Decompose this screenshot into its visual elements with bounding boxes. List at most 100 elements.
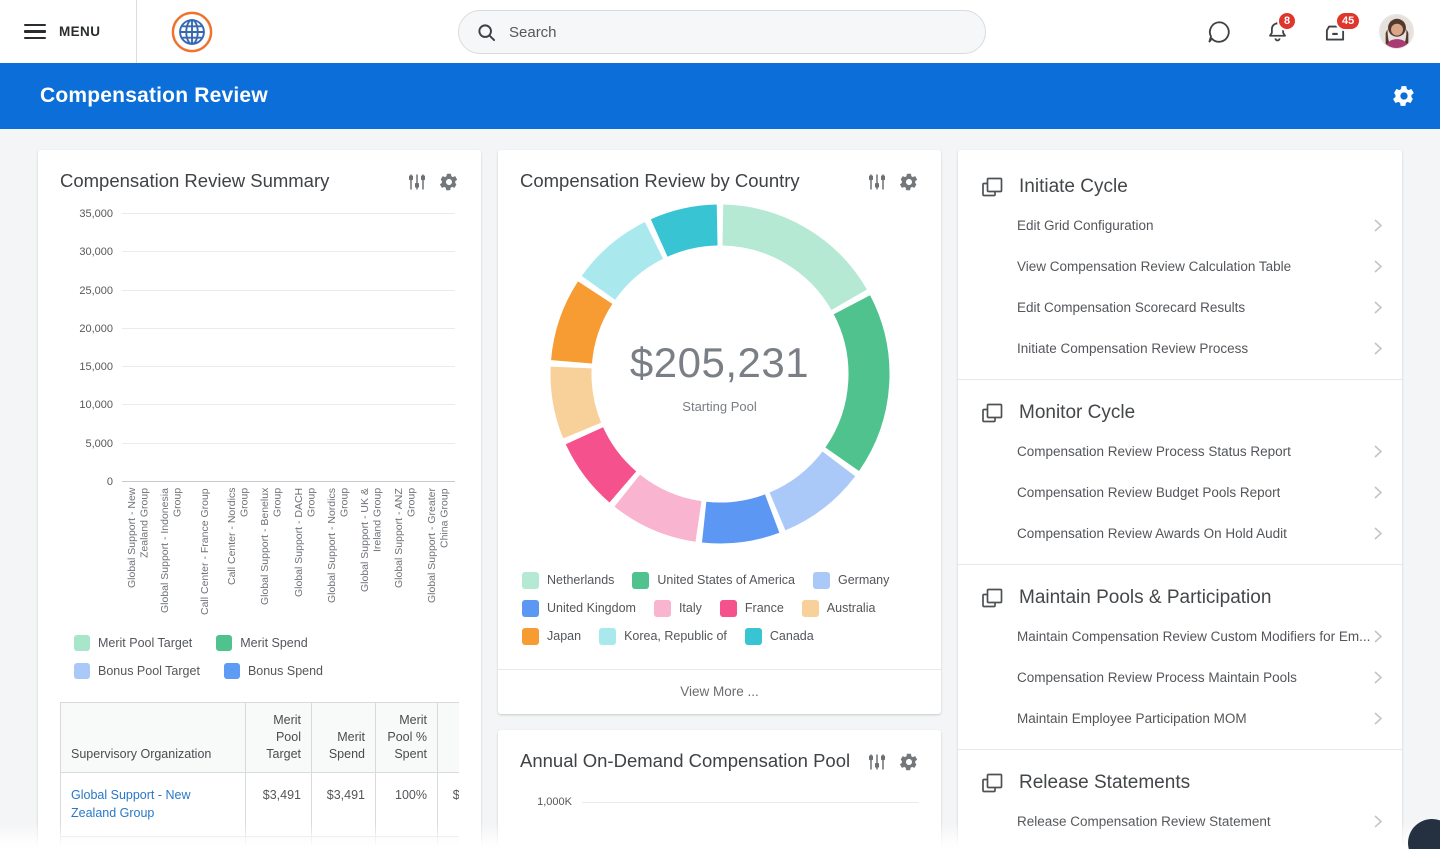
menu-label: MENU [59,24,100,39]
task-section-title: Initiate Cycle [1019,176,1128,198]
search-input[interactable] [509,24,967,41]
legend-item: Australia [802,599,876,617]
table-column-header: Supervisory Organization [61,703,246,773]
org-cell [61,837,246,849]
task-section-header: Initiate Cycle [958,154,1402,205]
y-axis-tick: 15,000 [79,361,113,373]
header-divider [136,0,137,63]
x-axis-label-slot: Call Center - Nordics Group [222,488,255,620]
notifications-button[interactable]: 8 [1263,18,1291,46]
x-axis-label: Global Support - Nordics Group [326,488,351,616]
task-item-label: View Compensation Review Calculation Tab… [1017,259,1291,274]
tasks-sections: Initiate Cycle Edit Grid Configuration Vie… [958,154,1402,849]
x-axis-label: Global Support - Benelux Group [259,488,284,616]
task-item-label: Maintain Employee Participation MOM [1017,711,1247,726]
legend-item: Germany [813,571,889,589]
corner-floating-button[interactable] [1408,819,1440,849]
profile-avatar[interactable] [1379,14,1414,49]
chart-settings-gear-icon[interactable] [439,172,459,192]
task-item-label: Compensation Review Budget Pools Report [1017,485,1280,500]
legend-swatch [522,572,539,589]
legend-swatch [224,663,240,679]
y-axis-tick: 30,000 [79,246,113,258]
left-column: Compensation Review Summary 35,00030,000… [38,150,481,849]
page-settings-gear-icon[interactable] [1392,84,1416,108]
notifications-badge: 8 [1277,11,1297,31]
chevron-right-icon [1374,527,1382,540]
x-axis-label: Global Support - UK & Ireland Group [359,488,384,616]
legend-item: Merit Pool Target [74,634,192,652]
page-title: Compensation Review [40,84,268,108]
view-more-link[interactable]: View More ... [498,669,941,714]
x-axis-label: Global Support - DACH Group [293,488,318,616]
task-item[interactable]: Print Employee Tool Com... [1017,842,1402,849]
value-cell: 100% [376,772,438,837]
task-item[interactable]: Compensation Review Process Status Repor… [1017,431,1402,472]
task-item[interactable]: Maintain Employee Participation MOM [1017,698,1402,739]
legend-swatch [216,635,232,651]
legend-label: United States of America [657,573,795,587]
legend-item: Merit Spend [216,634,307,652]
task-item[interactable]: Compensation Review Budget Pools Report [1017,472,1402,513]
chart-filter-sliders-icon[interactable] [867,752,887,772]
donut-segment-france [584,436,622,487]
stacked-cards-icon [980,771,1004,795]
summary-table-header-row: Supervisory OrganizationMerit Pool Targe… [61,703,460,773]
global-search[interactable] [458,10,986,54]
inbox-button[interactable]: 45 [1321,18,1349,46]
x-axis-label-slot: Global Support - DACH Group [288,488,321,620]
value-cell [246,837,312,849]
chart-settings-gear-icon[interactable] [899,172,919,192]
summary-card: Compensation Review Summary 35,00030,000… [38,150,481,849]
donut-segment-australia [571,368,582,431]
table-column-header: Bonus Pool Target [438,703,460,773]
legend-item: Japan [522,627,581,645]
task-item[interactable]: Initiate Compensation Review Process [1017,328,1402,369]
page-title-bar: Compensation Review [0,63,1440,129]
task-item[interactable]: Edit Compensation Scorecard Results [1017,287,1402,328]
task-item-label: Initiate Compensation Review Process [1017,341,1248,356]
country-card: Compensation Review by Country $205,231 … [498,150,941,714]
legend-swatch [74,635,90,651]
chart-filter-sliders-icon[interactable] [407,172,427,192]
task-section-header: Release Statements [958,750,1402,801]
org-link[interactable]: Global Support - New Zealand Group [71,788,191,821]
task-item[interactable]: View Compensation Review Calculation Tab… [1017,246,1402,287]
task-item[interactable]: Release Compensation Review Statement [1017,801,1402,842]
chevron-right-icon [1374,445,1382,458]
chevron-right-icon [1374,342,1382,355]
value-cell: $3,491 [312,772,376,837]
legend-swatch [599,628,616,645]
x-axis-label: Call Center - France Group [199,488,212,616]
right-column: Initiate Cycle Edit Grid Configuration Vie… [958,150,1402,849]
task-item[interactable]: Compensation Review Awards On Hold Audit [1017,513,1402,554]
chevron-right-icon [1374,219,1382,232]
pool-card: Annual On-Demand Compensation Pool 1,000… [498,730,941,849]
chart-settings-gear-icon[interactable] [899,752,919,772]
y-axis-tick: 5,000 [85,438,113,450]
x-axis-label: Global Support - ANZ Group [393,488,418,616]
menu-button[interactable]: MENU [0,0,136,63]
task-item[interactable]: Maintain Compensation Review Custom Modi… [1017,616,1402,657]
legend-item: United Kingdom [522,599,636,617]
table-row [61,837,460,849]
legend-swatch [522,600,539,617]
task-item-label: Compensation Review Awards On Hold Audit [1017,526,1287,541]
stacked-cards-icon [980,175,1004,199]
summary-table: Supervisory OrganizationMerit Pool Targe… [60,702,459,849]
donut-segment-japan [571,293,595,362]
legend-item: United States of America [632,571,795,589]
task-item[interactable]: Edit Grid Configuration [1017,205,1402,246]
task-item[interactable]: Compensation Review Process Maintain Poo… [1017,657,1402,698]
company-logo-globe-icon[interactable] [171,11,213,53]
pool-card-title: Annual On-Demand Compensation Pool [520,750,850,772]
tasks-card: Initiate Cycle Edit Grid Configuration Vie… [958,150,1402,849]
x-axis-label-slot: Call Center - France Group [189,488,222,620]
chevron-right-icon [1374,301,1382,314]
legend-swatch [632,572,649,589]
x-axis-label-slot: Global Support - ANZ Group [388,488,421,620]
legend-label: France [745,601,784,615]
chart-filter-sliders-icon[interactable] [867,172,887,192]
stacked-cards-icon [980,586,1004,610]
chat-button[interactable] [1205,18,1233,46]
